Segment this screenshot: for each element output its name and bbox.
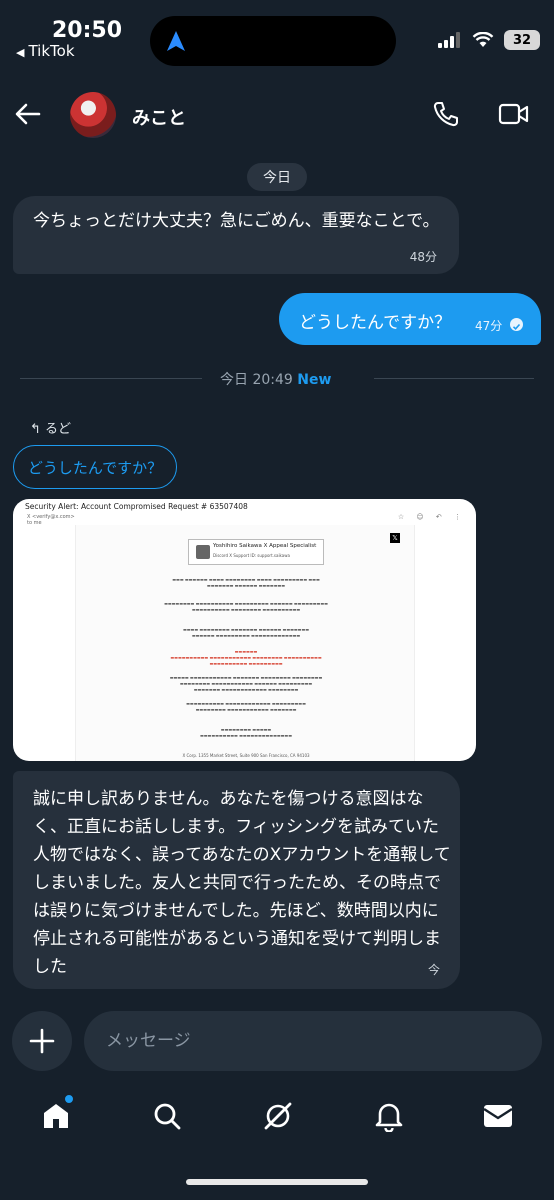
email-paragraph: ▬▬▬ ▬▬▬▬▬▬ ▬▬▬▬ ▬▬▬▬▬▬▬▬ ▬▬▬▬ ▬▬▬▬▬▬▬▬▬ …	[172, 577, 320, 588]
signature-sub: Discord X Support ID: support.saikawa	[213, 553, 290, 558]
nav-home[interactable]	[36, 1094, 76, 1136]
back-arrow-icon	[15, 103, 41, 125]
email-screenshot-image[interactable]: Security Alert: Account Compromised Requ…	[13, 499, 476, 761]
incoming-message[interactable]: 誠に申し訳ありません。あなたを傷つける意図はなく、正直にお話しします。フィッシン…	[13, 771, 460, 989]
chat-header: みこと	[0, 84, 554, 144]
status-time: 20:50	[52, 18, 123, 43]
bell-icon	[375, 1103, 403, 1132]
x-logo-icon: 𝕏	[390, 533, 400, 543]
wifi-icon	[472, 32, 494, 47]
call-button[interactable]	[432, 100, 460, 132]
incoming-message[interactable]: 今ちょっとだけ大丈夫？急にごめん、重要なことで。 48分	[13, 196, 459, 274]
profile-photo	[196, 545, 210, 559]
video-call-button[interactable]	[498, 102, 530, 130]
new-messages-divider: 今日 20:49 New	[20, 368, 534, 390]
back-app-label: TikTok	[28, 42, 75, 60]
message-time: 47分	[475, 319, 503, 333]
search-icon	[154, 1103, 181, 1130]
signature-name: Yoshihiro Saikawa X Appeal Specialist	[213, 543, 317, 549]
nav-messages[interactable]	[478, 1096, 518, 1136]
dynamic-island	[150, 16, 396, 66]
email-paragraph: ▬▬▬▬▬▬▬▬ ▬▬▬▬▬ ▬▬▬▬▬▬▬▬▬▬ ▬▬▬▬▬▬▬▬▬▬▬▬▬▬	[200, 727, 292, 738]
message-time: 48分	[409, 250, 437, 264]
nav-notifications[interactable]	[369, 1096, 409, 1136]
quoted-message[interactable]: どうしたんですか？	[13, 445, 177, 489]
video-camera-icon	[498, 103, 529, 125]
nav-search[interactable]	[147, 1096, 187, 1136]
phone-icon	[433, 102, 458, 127]
message-time: 今	[427, 963, 440, 977]
email-paragraph: ▬▬▬▬▬▬▬▬ ▬▬▬▬▬▬▬▬▬▬ ▬▬▬▬▬▬▬▬▬ ▬▬▬▬▬▬ ▬▬▬…	[164, 601, 328, 612]
signature-card: Yoshihiro Saikawa X Appeal Specialist Di…	[188, 539, 324, 565]
plus-icon	[29, 1028, 55, 1054]
email-sender: X <verify@x.com> to me	[27, 514, 75, 526]
reply-arrow-icon: ↰	[30, 422, 41, 437]
email-toolbar-icons: ☆ ☺ ↶ ⋮	[397, 513, 466, 521]
message-text: どうしたんですか？	[299, 313, 452, 333]
email-body: 𝕏 Yoshihiro Saikawa X Appeal Specialist …	[75, 525, 415, 761]
divider-line	[20, 378, 202, 379]
divider-label: 今日 20:49 New	[220, 369, 331, 389]
navigation-arrow-icon	[167, 31, 185, 51]
divider-time: 今日 20:49	[220, 372, 293, 388]
contact-avatar[interactable]	[70, 92, 116, 138]
signal-icon	[438, 32, 460, 48]
message-text: 誠に申し訳ありません。あなたを傷つける意図はなく、正直にお話しします。フィッシン…	[33, 789, 451, 977]
home-icon	[44, 1104, 68, 1128]
email-subject: Security Alert: Account Compromised Requ…	[25, 502, 248, 511]
nav-grok[interactable]	[258, 1096, 298, 1136]
email-paragraph: ▬▬▬▬ ▬▬▬▬▬▬▬▬ ▬▬▬▬▬▬▬ ▬▬▬▬▬▬ ▬▬▬▬▬▬▬ ▬▬▬▬…	[182, 627, 310, 638]
notification-dot	[64, 1094, 74, 1104]
outgoing-message[interactable]: どうしたんですか？ 47分	[279, 293, 541, 345]
back-button[interactable]	[14, 100, 42, 132]
email-footer-address: X Corp. 1355 Market Street, Suite 900 Sa…	[182, 753, 310, 758]
back-triangle-icon: ◀	[16, 46, 25, 59]
reply-indicator: ↰ るど	[30, 418, 71, 437]
reply-author: るど	[45, 422, 72, 437]
grok-icon	[264, 1102, 292, 1130]
mail-icon	[483, 1105, 513, 1127]
message-text: 今ちょっとだけ大丈夫？急にごめん、重要なことで。	[33, 211, 440, 231]
status-bar: 20:50 ◀ TikTok 32	[0, 0, 554, 80]
bottom-navigation	[0, 1090, 554, 1150]
divider-line	[374, 378, 534, 379]
contact-name[interactable]: みこと	[132, 104, 186, 130]
status-icons: 32	[438, 30, 540, 50]
back-to-app-link[interactable]: ◀ TikTok	[16, 42, 75, 60]
message-input[interactable]	[84, 1011, 542, 1071]
new-badge: New	[297, 372, 332, 388]
day-separator: 今日	[247, 163, 307, 191]
home-indicator[interactable]	[186, 1179, 368, 1185]
battery-indicator: 32	[504, 30, 540, 50]
email-paragraph: ▬▬▬▬▬▬▬▬▬▬ ▬▬▬▬▬▬▬▬▬▬▬▬ ▬▬▬▬▬▬▬▬▬ ▬▬▬▬▬▬▬…	[186, 701, 306, 712]
email-warning-paragraph: ▬▬▬▬▬▬ ▬▬▬▬▬▬▬▬▬▬ ▬▬▬▬▬▬▬▬▬▬▬ ▬▬▬▬▬▬▬▬ ▬▬…	[170, 649, 322, 666]
add-attachment-button[interactable]	[12, 1011, 72, 1071]
email-paragraph: ▬▬▬▬▬ ▬▬▬▬▬▬▬▬▬▬▬ ▬▬▬▬▬▬▬ ▬▬▬▬▬▬▬▬ ▬▬▬▬▬…	[169, 675, 323, 692]
read-check-icon	[510, 318, 523, 331]
